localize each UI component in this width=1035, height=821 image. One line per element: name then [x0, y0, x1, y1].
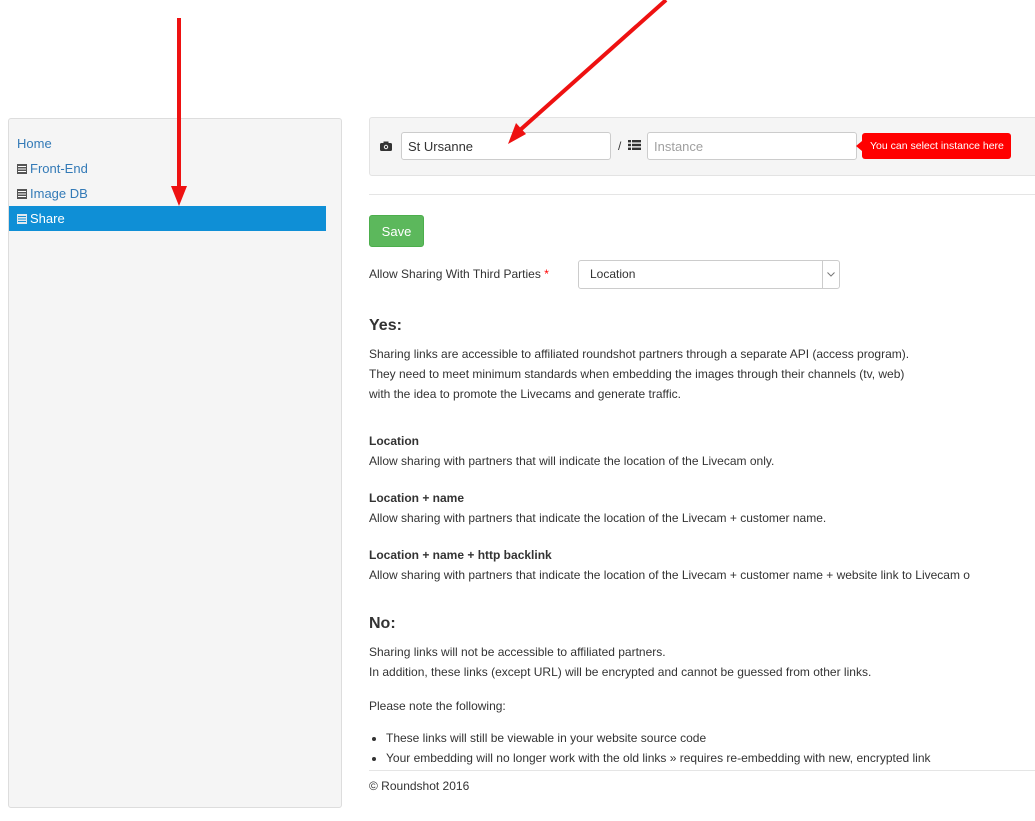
instance-input[interactable]	[647, 132, 857, 160]
sidebar: Home Front-End Image DB Share	[8, 118, 342, 808]
sidebar-item-label: Share	[30, 211, 65, 226]
list-icon	[17, 188, 28, 199]
list-icon	[628, 139, 641, 153]
option-title: Location + name + http backlink	[369, 548, 552, 562]
option-desc: Allow sharing with partners that indicat…	[369, 568, 970, 582]
sharing-select[interactable]: Location	[578, 260, 840, 289]
list-icon	[17, 213, 28, 224]
yes-heading: Yes:	[369, 317, 402, 334]
sidebar-item-share[interactable]: Share	[9, 206, 326, 231]
required-mark: *	[544, 267, 549, 281]
sidebar-item-label: Front-End	[30, 161, 88, 176]
sidebar-item-image-db[interactable]: Image DB	[9, 181, 326, 206]
no-line: Sharing links will not be accessible to …	[369, 645, 666, 659]
yes-line: Sharing links are accessible to affiliat…	[369, 347, 910, 361]
instance-toolbar: / You can select instance here	[369, 117, 1035, 176]
no-line: In addition, these links (except URL) wi…	[369, 665, 872, 679]
chevron-down-icon	[822, 261, 839, 288]
sharing-label-text: Allow Sharing With Third Parties	[369, 267, 541, 281]
list-icon	[17, 163, 28, 174]
no-heading: No:	[369, 615, 396, 632]
sharing-select-value: Location	[590, 267, 636, 281]
option-desc: Allow sharing with partners that indicat…	[369, 511, 827, 525]
camera-input[interactable]	[401, 132, 611, 160]
sidebar-item-home[interactable]: Home	[9, 131, 326, 156]
option-desc: Allow sharing with partners that will in…	[369, 454, 775, 468]
camera-icon	[380, 140, 392, 151]
divider	[369, 770, 1035, 771]
footer: © Roundshot 2016	[369, 779, 470, 793]
divider	[369, 194, 1035, 195]
sidebar-item-label: Home	[17, 136, 52, 151]
separator: /	[618, 139, 622, 153]
arrow-line	[517, 0, 668, 133]
sidebar-item-front-end[interactable]: Front-End	[9, 156, 326, 181]
option-title: Location	[369, 434, 419, 448]
instance-tooltip: You can select instance here	[856, 133, 1011, 159]
sharing-label: Allow Sharing With Third Parties *	[369, 267, 549, 281]
yes-line: with the idea to promote the Livecams an…	[369, 387, 681, 401]
sidebar-item-label: Image DB	[30, 186, 88, 201]
note-text: Please note the following:	[369, 699, 506, 713]
notes-list: These links will still be viewable in yo…	[369, 728, 931, 768]
save-button[interactable]: Save	[369, 215, 424, 247]
option-title: Location + name	[369, 491, 465, 505]
yes-line: They need to meet minimum standards when…	[369, 367, 905, 381]
list-item: These links will still be viewable in yo…	[386, 728, 931, 748]
list-item: Your embedding will no longer work with …	[386, 748, 931, 768]
